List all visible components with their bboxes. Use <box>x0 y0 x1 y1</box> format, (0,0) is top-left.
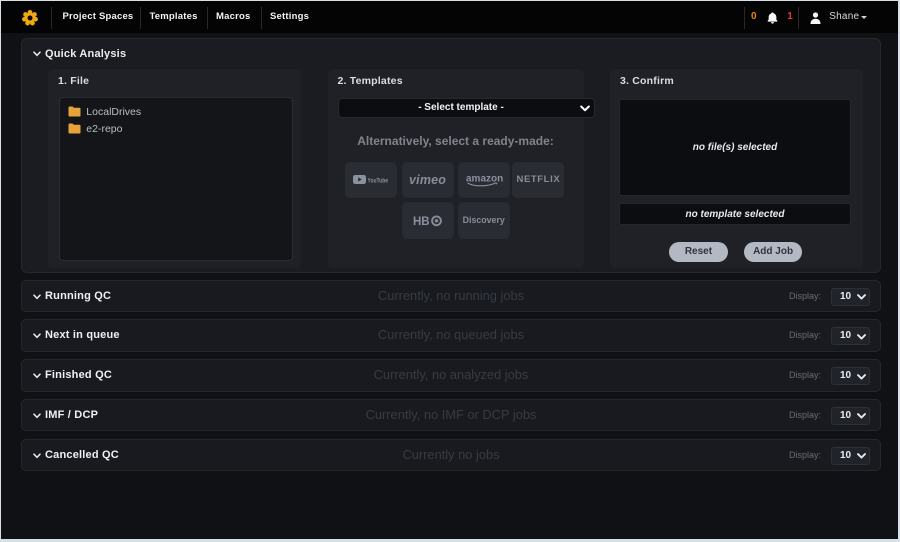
svg-text:HB: HB <box>413 216 430 227</box>
svg-text:amazon: amazon <box>466 173 503 184</box>
svg-text:YouTube: YouTube <box>368 178 389 185</box>
